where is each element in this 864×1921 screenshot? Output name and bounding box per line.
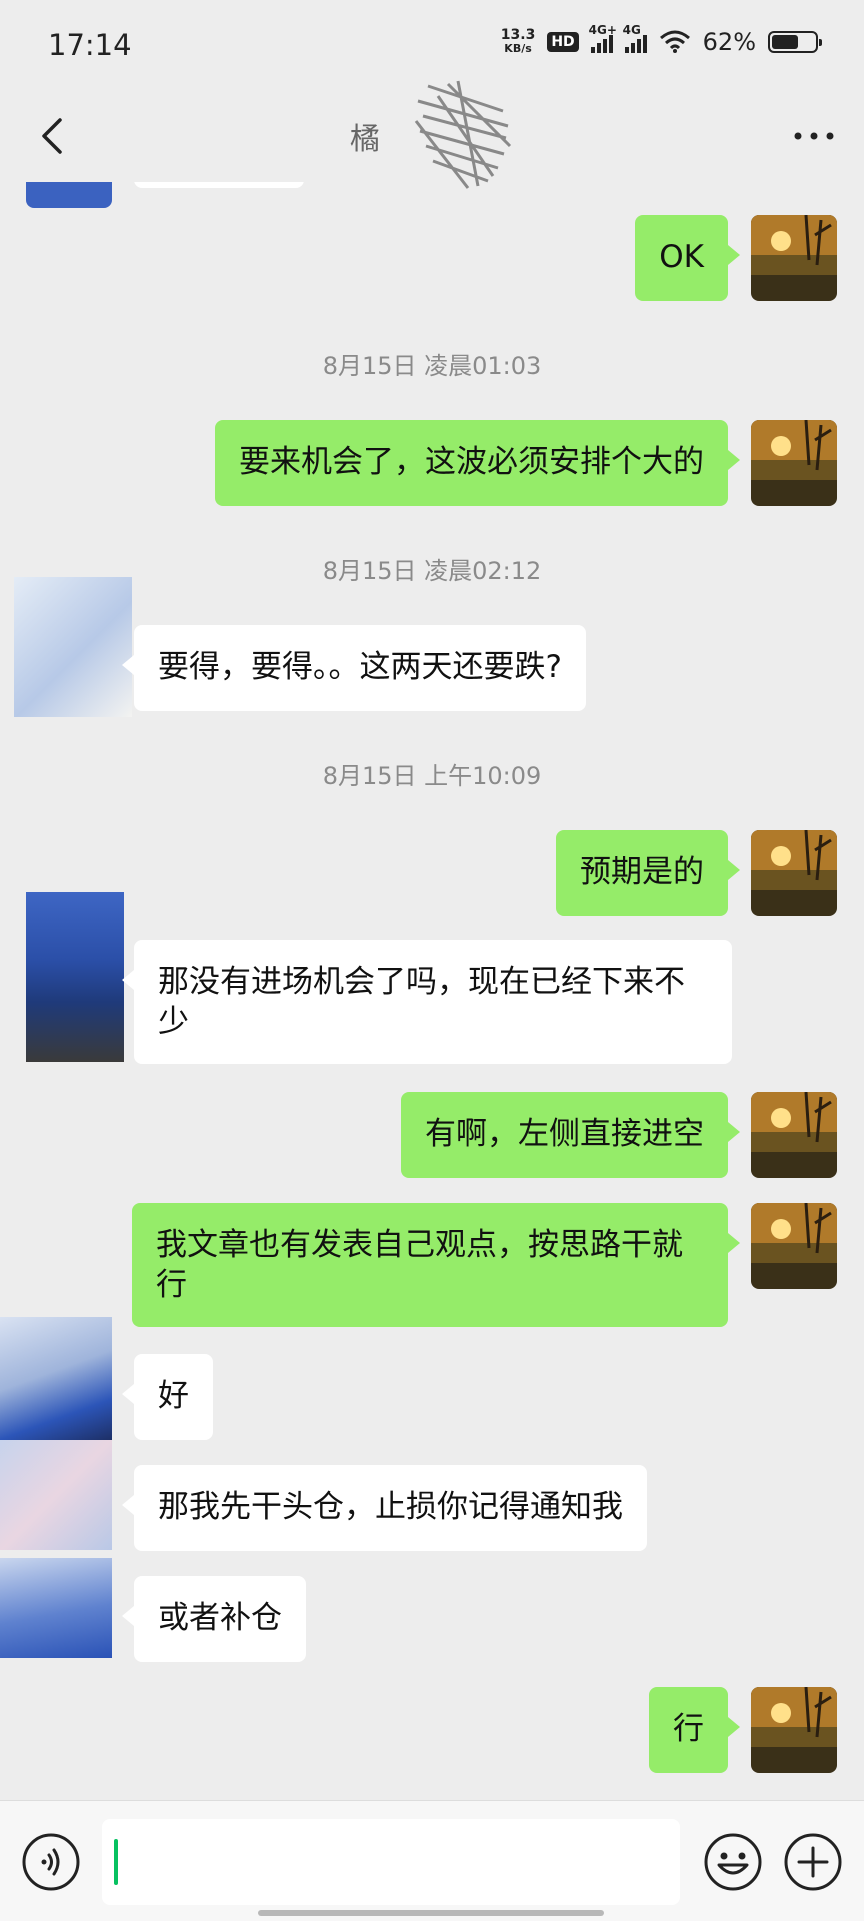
sunset-avatar-icon xyxy=(751,420,837,506)
my-avatar[interactable] xyxy=(751,830,837,916)
contact-avatar-redacted[interactable] xyxy=(0,1440,112,1550)
message-list[interactable]: OK 8月15日 凌晨01:03 要来机会了，这波必须安排个大的 8月15日 凌… xyxy=(0,182,864,1800)
message-bubble-me[interactable]: 有啊，左侧直接进空 xyxy=(401,1092,740,1178)
message-bubble-them[interactable]: 好 xyxy=(122,1354,213,1440)
home-indicator[interactable] xyxy=(258,1910,604,1916)
sunset-avatar-icon xyxy=(751,830,837,916)
message-bubble-me[interactable]: 行 xyxy=(649,1687,740,1773)
contact-avatar-redacted[interactable] xyxy=(0,1558,112,1658)
message-bubble-me[interactable]: 我文章也有发表自己观点，按思路干就行 xyxy=(132,1203,740,1327)
contact-avatar-redacted[interactable] xyxy=(0,1317,112,1440)
message-bubble-them[interactable]: 要得，要得。。这两天还要跌? xyxy=(122,625,586,711)
message-input[interactable] xyxy=(102,1819,680,1905)
emoji-icon[interactable] xyxy=(702,1831,764,1893)
message-bubble-them[interactable]: 那我先干头仓，止损你记得通知我 xyxy=(122,1465,647,1551)
plus-circle-icon[interactable] xyxy=(782,1831,844,1893)
chat-header: 橘 xyxy=(0,80,864,189)
message-bubble-them[interactable]: 那没有进场机会了吗，现在已经下来不少 xyxy=(122,940,732,1064)
battery-percent: 62% xyxy=(702,28,756,56)
message-bubble-me[interactable]: 预期是的 xyxy=(556,830,740,916)
network-speed: 13.3 KB/s xyxy=(501,28,536,56)
sunset-avatar-icon xyxy=(751,1203,837,1289)
network-speed-value: 13.3 xyxy=(500,27,536,43)
wifi-icon xyxy=(659,30,690,53)
timestamp: 8月15日 凌晨01:03 xyxy=(322,352,542,380)
redaction-scribble xyxy=(414,80,512,189)
text-cursor xyxy=(114,1839,118,1885)
message-bubble-them[interactable]: 或者补仓 xyxy=(122,1576,306,1662)
more-dots-icon[interactable] xyxy=(784,106,844,166)
signal2-label: 4G xyxy=(622,23,641,37)
message-bubble-me[interactable]: 要来机会了，这波必须安排个大的 xyxy=(215,420,740,506)
input-bar xyxy=(0,1800,864,1921)
voice-icon[interactable] xyxy=(20,1831,82,1893)
contact-avatar-redacted[interactable] xyxy=(26,892,124,1062)
status-time: 17:14 xyxy=(48,28,132,62)
contact-avatar-redacted[interactable] xyxy=(14,577,132,717)
my-avatar[interactable] xyxy=(751,1687,837,1773)
sunset-avatar-icon xyxy=(751,1687,837,1773)
message-bubble-me[interactable]: OK xyxy=(635,215,740,301)
my-avatar[interactable] xyxy=(751,1203,837,1289)
my-avatar[interactable] xyxy=(751,1092,837,1178)
sunset-avatar-icon xyxy=(751,215,837,301)
signal-4g-icon: 4G xyxy=(623,23,647,53)
my-avatar[interactable] xyxy=(751,420,837,506)
timestamp: 8月15日 上午10:09 xyxy=(322,762,542,790)
chevron-left-icon[interactable] xyxy=(24,106,84,166)
signal-4g-plus-icon: 4G+ xyxy=(589,23,617,53)
my-avatar[interactable] xyxy=(751,215,837,301)
network-speed-unit: KB/s xyxy=(504,42,532,55)
contact-avatar[interactable] xyxy=(26,182,112,208)
battery-icon xyxy=(768,31,822,53)
sunset-avatar-icon xyxy=(751,1092,837,1178)
message-bubble-partial[interactable] xyxy=(134,182,304,188)
battery-fill xyxy=(772,35,798,49)
hd-icon: HD xyxy=(547,32,579,52)
signal1-label: 4G+ xyxy=(588,23,617,37)
status-icons: 13.3 KB/s HD 4G+ 4G 62% xyxy=(501,23,822,56)
chat-title: 橘 xyxy=(350,122,382,157)
